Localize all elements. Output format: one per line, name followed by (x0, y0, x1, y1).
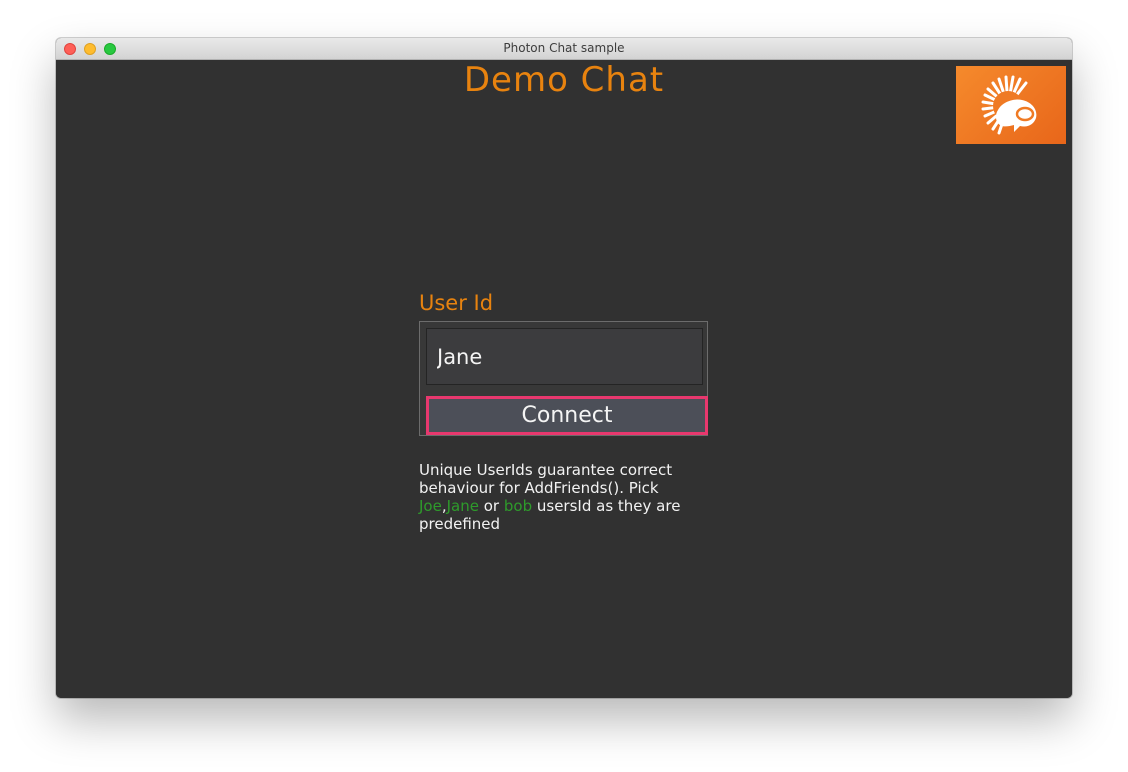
user-name-bob: bob (503, 497, 533, 515)
title-bar[interactable]: Photon Chat sample (56, 38, 1072, 60)
connect-button[interactable]: Connect (426, 396, 708, 435)
help-text-part: or (478, 497, 504, 515)
user-name-joe: Joe (419, 497, 442, 515)
help-text: Unique UserIds guarantee correct behavio… (419, 461, 689, 533)
user-id-input[interactable] (426, 328, 703, 385)
window-title: Photon Chat sample (503, 41, 625, 55)
app-content: Demo Chat User Id Jane Connect Unique Us… (56, 60, 1072, 698)
help-text-part: Unique UserIds guarantee correct behavio… (419, 461, 673, 497)
photon-logo-icon (956, 66, 1066, 144)
login-form: Connect (419, 321, 708, 436)
user-id-label: User Id (419, 291, 494, 315)
user-name-jane: Jane (446, 497, 479, 515)
page-title: Demo Chat (463, 60, 665, 100)
app-window: Photon Chat sample Demo Chat User Id Jan… (56, 38, 1072, 698)
